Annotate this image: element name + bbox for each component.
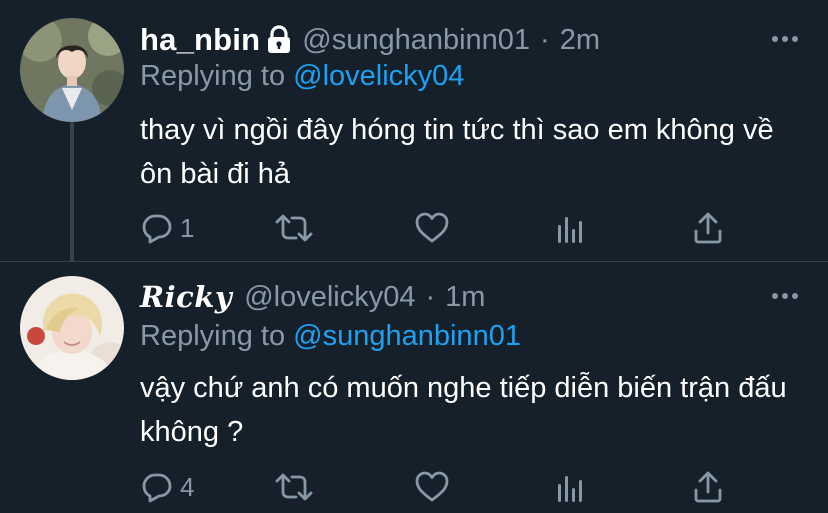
tweet-actions: 4	[140, 467, 730, 507]
analytics-icon	[558, 217, 582, 243]
heart-icon	[415, 471, 449, 502]
tweet-header: ha_nbin @sunghanbinn01 · 2m	[140, 20, 600, 60]
display-name[interactable]: 𝑹𝒊𝒄𝒌𝒚	[140, 280, 232, 314]
replying-prefix: Replying to	[140, 320, 286, 352]
retweet-button[interactable]	[274, 208, 314, 248]
retweet-icon	[275, 473, 313, 501]
reply-count: 4	[180, 471, 195, 502]
tweet-header: 𝑹𝒊𝒄𝒌𝒚 @lovelicky04 · 1m	[140, 277, 485, 317]
share-button[interactable]	[692, 467, 724, 507]
mention-link[interactable]: @lovelicky04	[293, 60, 464, 92]
timestamp[interactable]: 2m	[560, 24, 600, 57]
retweet-icon	[275, 214, 313, 242]
display-name[interactable]: ha_nbin	[140, 22, 260, 58]
share-icon	[694, 471, 722, 503]
share-button[interactable]	[692, 208, 724, 248]
more-icon[interactable]	[772, 293, 798, 301]
tweet-text: thay vì ngồi đây hóng tin tức thì sao em…	[140, 114, 774, 190]
analytics-icon	[558, 476, 582, 502]
retweet-button[interactable]	[274, 467, 314, 507]
like-button[interactable]	[414, 208, 450, 248]
reply-icon	[142, 214, 172, 244]
tweet-actions: 1	[140, 208, 730, 248]
lock-icon	[266, 25, 292, 55]
thread-connector	[70, 122, 74, 262]
avatar[interactable]	[20, 276, 124, 380]
user-handle[interactable]: @lovelicky04	[244, 281, 415, 314]
replying-prefix: Replying to	[140, 60, 286, 92]
timestamp[interactable]: 1m	[445, 281, 485, 314]
replying-to: Replying to @lovelicky04	[140, 60, 464, 93]
user-handle[interactable]: @sunghanbinn01	[302, 24, 530, 57]
tweet-text: vậy chứ anh có muốn nghe tiếp diễn biến …	[140, 372, 787, 448]
replying-to: Replying to @sunghanbinn01	[140, 320, 521, 353]
more-icon[interactable]	[772, 36, 798, 44]
analytics-button[interactable]	[554, 208, 586, 248]
reply-button[interactable]: 4	[140, 467, 194, 507]
tweet[interactable]: ha_nbin @sunghanbinn01 · 2m Replying to …	[0, 0, 828, 262]
reply-icon	[142, 473, 172, 503]
heart-icon	[415, 212, 449, 243]
reply-button[interactable]: 1	[140, 208, 194, 248]
reply-count: 1	[180, 212, 195, 243]
mention-link[interactable]: @sunghanbinn01	[293, 320, 521, 352]
analytics-button[interactable]	[554, 467, 586, 507]
like-button[interactable]	[414, 467, 450, 507]
share-icon	[694, 212, 722, 244]
separator-dot: ·	[425, 280, 436, 313]
avatar[interactable]	[20, 18, 124, 122]
separator-dot: ·	[540, 23, 550, 56]
